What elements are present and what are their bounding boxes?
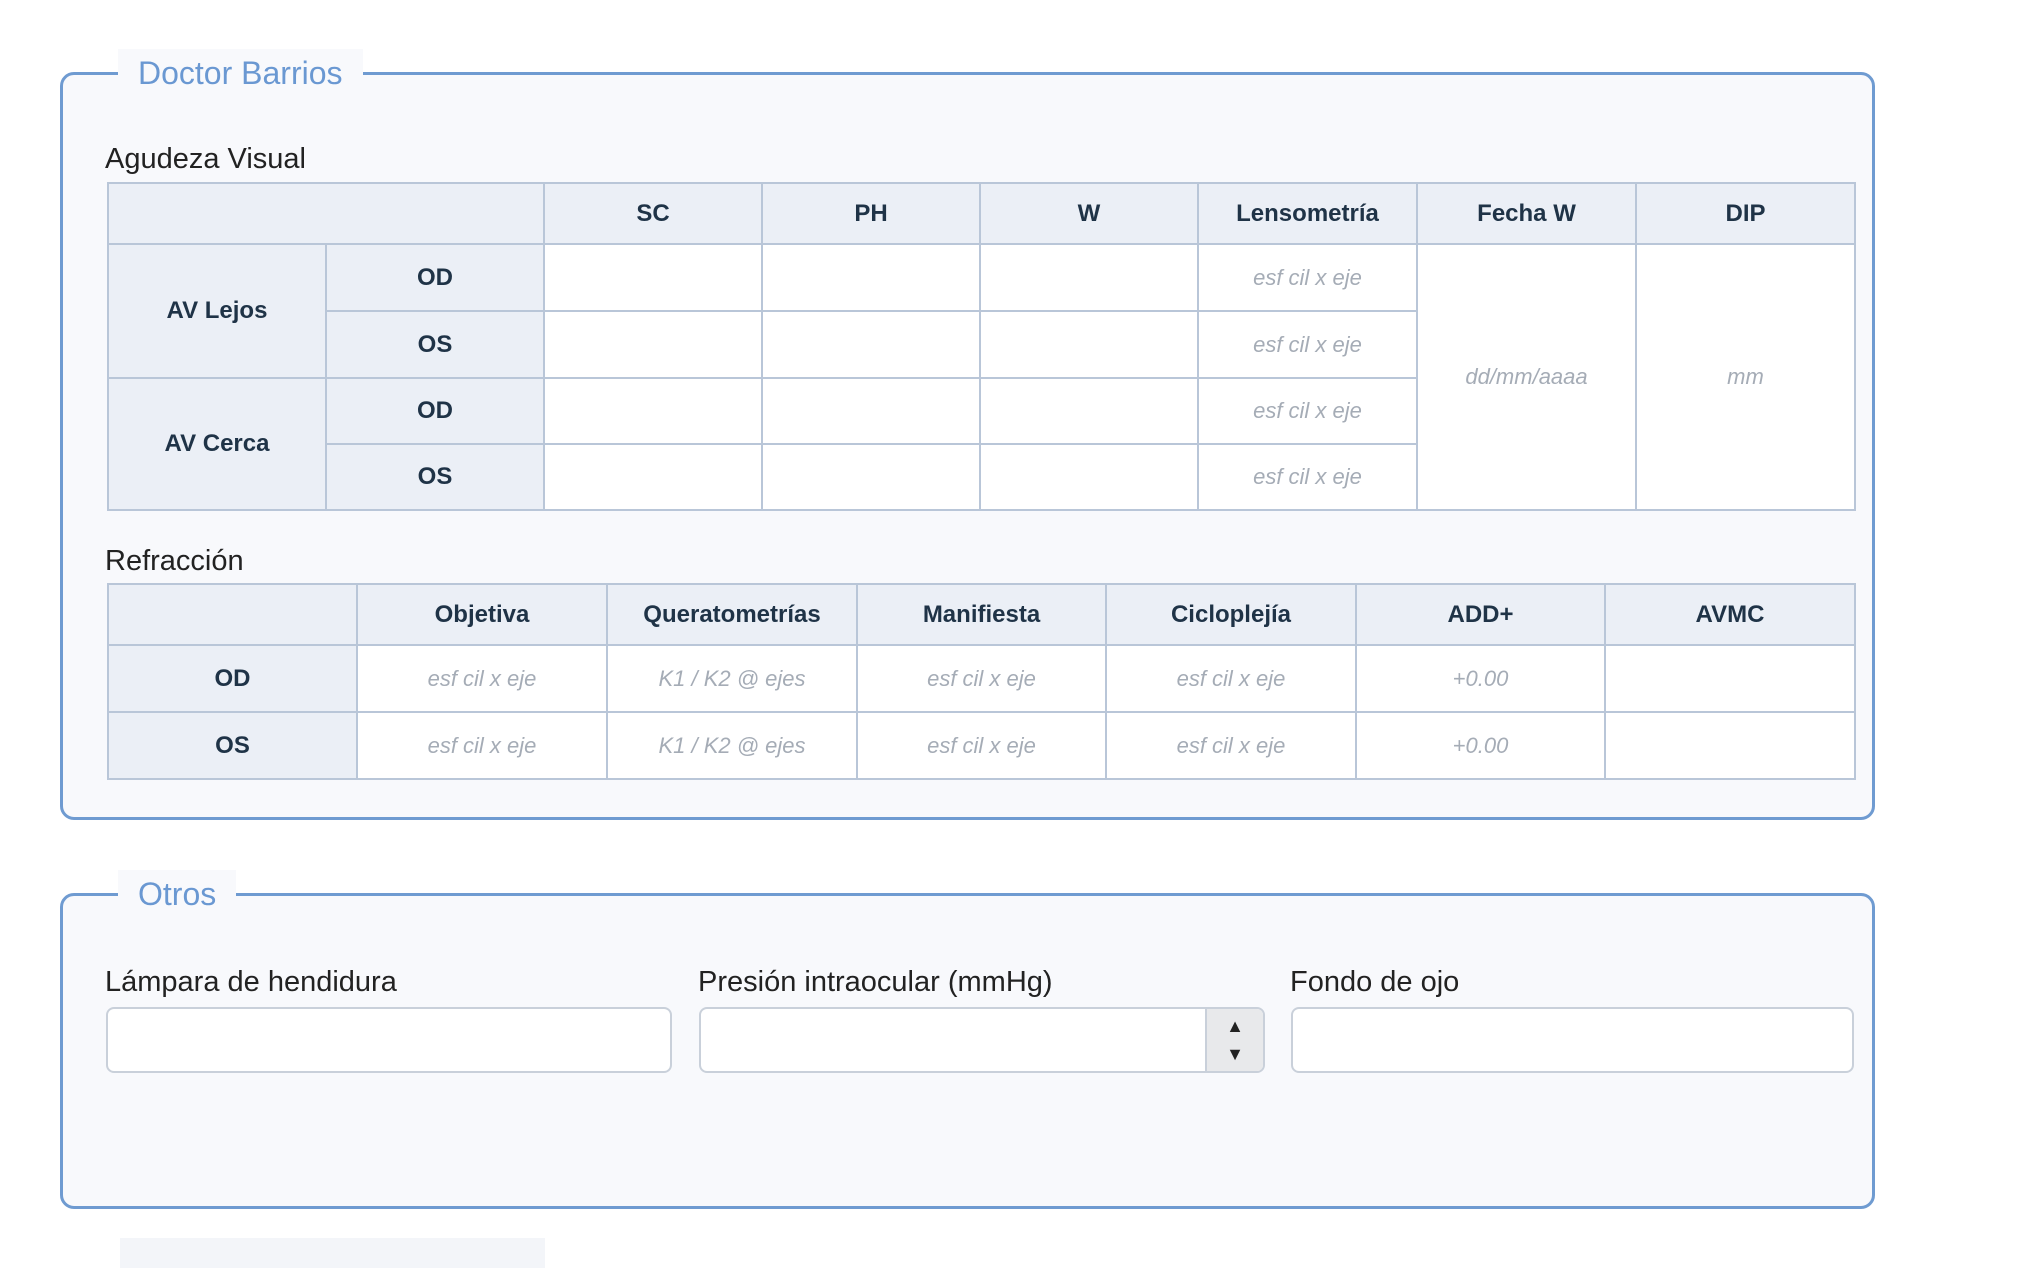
av-lejos-label: AV Lejos [107,243,327,379]
av-header-fecha-w: Fecha W [1416,182,1637,245]
av-cerca-od-ph[interactable] [761,377,981,445]
ref-os-objetiva[interactable]: esf cil x eje [356,711,608,780]
av-lejos-os-w[interactable] [979,310,1199,379]
av-cerca-os-sc[interactable] [543,443,763,511]
ref-header-manifiesta: Manifiesta [856,583,1107,646]
av-lejos-od-lensometria[interactable]: esf cil x eje [1197,243,1418,312]
ref-os-cicloplejia[interactable]: esf cil x eje [1105,711,1357,780]
ref-od-queratometrias[interactable]: K1 / K2 @ ejes [606,644,858,713]
refraccion-title: Refracción [105,545,244,577]
refraccion-table: Objetiva Queratometrías Manifiesta Ciclo… [107,583,1856,780]
av-lejos-od-ph[interactable] [761,243,981,312]
next-section-legend-partial [120,1238,545,1268]
ref-od-manifiesta[interactable]: esf cil x eje [856,644,1107,713]
presion-spinner[interactable]: ▲ ▼ [1205,1009,1263,1071]
ref-corner-header [107,583,358,646]
doctor-panel: Doctor Barrios Agudeza Visual SC PH W Le… [60,49,1875,820]
eye-label-od: OD [325,243,545,312]
ref-os-queratometrias[interactable]: K1 / K2 @ ejes [606,711,858,780]
fecha-w-field[interactable]: dd/mm/aaaa [1416,243,1637,511]
av-cerca-od-sc[interactable] [543,377,763,445]
doctor-panel-legend: Doctor Barrios [118,49,363,97]
fondo-label: Fondo de ojo [1290,966,1460,998]
eye-label-od: OD [325,377,545,445]
dip-field[interactable]: mm [1635,243,1856,511]
eye-label-os: OS [325,443,545,511]
av-cerca-os-lensometria[interactable]: esf cil x eje [1197,443,1418,511]
av-header-w: W [979,182,1199,245]
ref-header-queratometrias: Queratometrías [606,583,858,646]
otros-panel: Otros Lámpara de hendidura Presión intra… [60,870,1875,1209]
av-cerca-od-w[interactable] [979,377,1199,445]
ref-header-add: ADD+ [1355,583,1606,646]
ref-header-objetiva: Objetiva [356,583,608,646]
lampara-label: Lámpara de hendidura [105,966,397,998]
presion-input[interactable]: ▲ ▼ [699,1007,1265,1073]
agudeza-visual-title: Agudeza Visual [105,143,307,175]
ref-od-cicloplejia[interactable]: esf cil x eje [1105,644,1357,713]
ref-eye-od: OD [107,644,358,713]
av-header-lensometria: Lensometría [1197,182,1418,245]
av-lejos-os-lensometria[interactable]: esf cil x eje [1197,310,1418,379]
av-header-sc: SC [543,182,763,245]
av-lejos-od-w[interactable] [979,243,1199,312]
ref-od-add[interactable]: +0.00 [1355,644,1606,713]
ref-od-avmc[interactable] [1604,644,1856,713]
av-lejos-od-sc[interactable] [543,243,763,312]
ref-os-avmc[interactable] [1604,711,1856,780]
ref-header-cicloplejia: Cicloplejía [1105,583,1357,646]
ref-os-manifiesta[interactable]: esf cil x eje [856,711,1107,780]
av-lejos-os-sc[interactable] [543,310,763,379]
fondo-input[interactable] [1291,1007,1854,1073]
otros-panel-legend: Otros [118,870,237,918]
ref-header-avmc: AVMC [1604,583,1856,646]
av-corner-header [107,182,545,245]
lampara-input[interactable] [106,1007,672,1073]
ref-od-objetiva[interactable]: esf cil x eje [356,644,608,713]
av-header-ph: PH [761,182,981,245]
spinner-down-icon[interactable]: ▼ [1226,1040,1244,1068]
av-cerca-os-w[interactable] [979,443,1199,511]
av-cerca-label: AV Cerca [107,377,327,511]
av-cerca-os-ph[interactable] [761,443,981,511]
spinner-up-icon[interactable]: ▲ [1226,1012,1244,1040]
ref-eye-os: OS [107,711,358,780]
eye-label-os: OS [325,310,545,379]
agudeza-visual-table: SC PH W Lensometría Fecha W DIP AV Lejos… [107,182,1856,511]
ref-os-add[interactable]: +0.00 [1355,711,1606,780]
av-cerca-od-lensometria[interactable]: esf cil x eje [1197,377,1418,445]
av-lejos-os-ph[interactable] [761,310,981,379]
presion-label: Presión intraocular (mmHg) [698,966,1053,998]
av-header-dip: DIP [1635,182,1856,245]
